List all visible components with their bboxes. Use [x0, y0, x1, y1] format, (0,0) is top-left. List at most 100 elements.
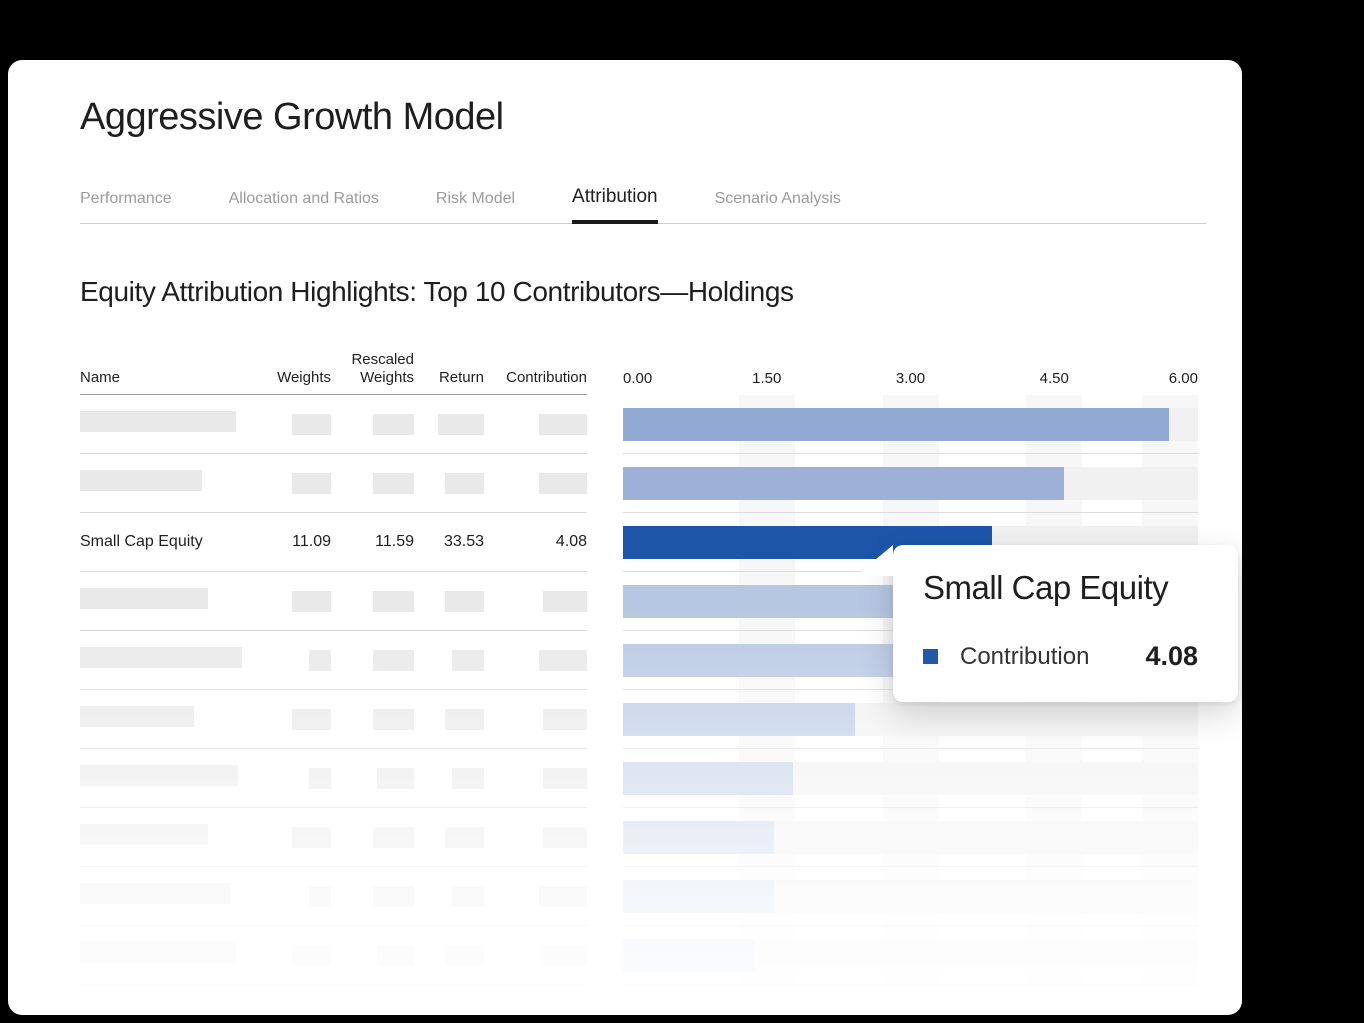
- chart-x-axis: 0.001.503.004.506.00: [623, 365, 1198, 387]
- holding-value: 11.59: [331, 533, 414, 551]
- contribution-bar[interactable]: [623, 821, 774, 854]
- placeholder-value: [539, 473, 587, 494]
- placeholder-value: [543, 945, 587, 966]
- x-tick-label: 6.00: [1169, 370, 1198, 387]
- column-header: Return: [414, 369, 484, 387]
- table-body: Small Cap Equity11.0911.5933.534.08: [80, 395, 587, 985]
- placeholder-value: [292, 945, 331, 966]
- tooltip-title: Small Cap Equity: [923, 569, 1168, 607]
- contribution-bar[interactable]: [623, 585, 901, 618]
- contribution-bar[interactable]: [623, 467, 1064, 500]
- placeholder-value: [309, 650, 331, 671]
- column-header: Name: [80, 369, 251, 387]
- contribution-bar[interactable]: [623, 408, 1169, 441]
- chart-row: [623, 926, 1198, 985]
- placeholder-value: [539, 414, 587, 435]
- x-tick-label: 1.50: [752, 370, 781, 387]
- table-row: Small Cap Equity11.0911.5933.534.08: [80, 513, 587, 572]
- table-row: [80, 867, 587, 926]
- placeholder-name: [80, 824, 251, 850]
- table-row: [80, 926, 587, 985]
- placeholder-value: [452, 650, 484, 671]
- table-header-row: NameWeightsRescaled WeightsReturnContrib…: [80, 335, 587, 395]
- chart-row: [623, 454, 1198, 513]
- contributors-table: NameWeightsRescaled WeightsReturnContrib…: [80, 335, 587, 985]
- tab-performance[interactable]: Performance: [80, 190, 172, 223]
- placeholder-name: [80, 470, 251, 496]
- placeholder-value: [373, 473, 414, 494]
- placeholder-value: [373, 886, 414, 907]
- placeholder-value: [543, 709, 587, 730]
- placeholder-value: [292, 414, 331, 435]
- placeholder-value: [373, 414, 414, 435]
- tab-risk-model[interactable]: Risk Model: [436, 190, 515, 223]
- placeholder-value: [292, 591, 331, 612]
- placeholder-value: [452, 768, 484, 789]
- placeholder-name: [80, 883, 251, 909]
- column-header: Weights: [251, 369, 331, 387]
- placeholder-value: [445, 473, 484, 494]
- page-title: Aggressive Growth Model: [80, 96, 504, 139]
- contribution-bar[interactable]: [623, 703, 855, 736]
- placeholder-value: [445, 827, 484, 848]
- tab-allocation-and-ratios[interactable]: Allocation and Ratios: [229, 190, 379, 223]
- tooltip-metric-row: Contribution 4.08: [923, 641, 1198, 672]
- placeholder-value: [452, 886, 484, 907]
- x-tick-label: 0.00: [623, 370, 652, 387]
- holding-name: Small Cap Equity: [80, 533, 251, 551]
- chart-row: [623, 867, 1198, 926]
- placeholder-name: [80, 706, 251, 732]
- placeholder-value: [373, 591, 414, 612]
- placeholder-name: [80, 411, 251, 437]
- placeholder-name: [80, 942, 251, 968]
- tooltip-metric-label: Contribution: [960, 643, 1089, 671]
- table-row: [80, 572, 587, 631]
- chart-row: [623, 808, 1198, 867]
- table-row: [80, 454, 587, 513]
- placeholder-value: [292, 827, 331, 848]
- placeholder-value: [445, 591, 484, 612]
- column-header: Rescaled Weights: [331, 351, 414, 387]
- placeholder-value: [292, 709, 331, 730]
- table-row: [80, 690, 587, 749]
- chart-row: [623, 395, 1198, 454]
- placeholder-value: [377, 768, 414, 789]
- section-heading: Equity Attribution Highlights: Top 10 Co…: [80, 276, 794, 308]
- placeholder-value: [309, 886, 331, 907]
- tab-scenario-analysis[interactable]: Scenario Analysis: [715, 190, 841, 223]
- chart-row: [623, 749, 1198, 808]
- placeholder-value: [445, 709, 484, 730]
- placeholder-value: [539, 650, 587, 671]
- placeholder-value: [373, 827, 414, 848]
- placeholder-value: [373, 650, 414, 671]
- placeholder-value: [539, 886, 587, 907]
- placeholder-value: [438, 414, 484, 435]
- placeholder-value: [373, 709, 414, 730]
- contribution-bar[interactable]: [623, 880, 774, 913]
- placeholder-value: [543, 591, 587, 612]
- chart-tooltip: Small Cap Equity Contribution 4.08: [893, 545, 1238, 702]
- table-row: [80, 631, 587, 690]
- holding-value: 33.53: [414, 533, 484, 551]
- table-row: [80, 395, 587, 454]
- contribution-bar[interactable]: [623, 762, 793, 795]
- placeholder-value: [377, 945, 414, 966]
- x-tick-label: 4.50: [1040, 370, 1069, 387]
- placeholder-value: [543, 827, 587, 848]
- table-row: [80, 749, 587, 808]
- placeholder-name: [80, 588, 251, 614]
- contribution-series-swatch-icon: [923, 649, 938, 664]
- tab-bar: Performance Allocation and Ratios Risk Mod…: [80, 186, 1206, 224]
- tab-attribution[interactable]: Attribution: [572, 186, 658, 223]
- placeholder-name: [80, 765, 251, 791]
- column-header: Contribution: [484, 369, 587, 387]
- placeholder-name: [80, 647, 251, 673]
- contribution-bar[interactable]: [623, 939, 755, 972]
- holding-value: 11.09: [251, 533, 331, 551]
- placeholder-value: [543, 768, 587, 789]
- contribution-bar[interactable]: [623, 644, 896, 677]
- holding-value: 4.08: [484, 533, 587, 551]
- tooltip-metric-value: 4.08: [1145, 641, 1198, 672]
- attribution-content: NameWeightsRescaled WeightsReturnContrib…: [80, 335, 1206, 1015]
- model-report-card: Aggressive Growth Model Performance Alloc…: [8, 60, 1242, 1015]
